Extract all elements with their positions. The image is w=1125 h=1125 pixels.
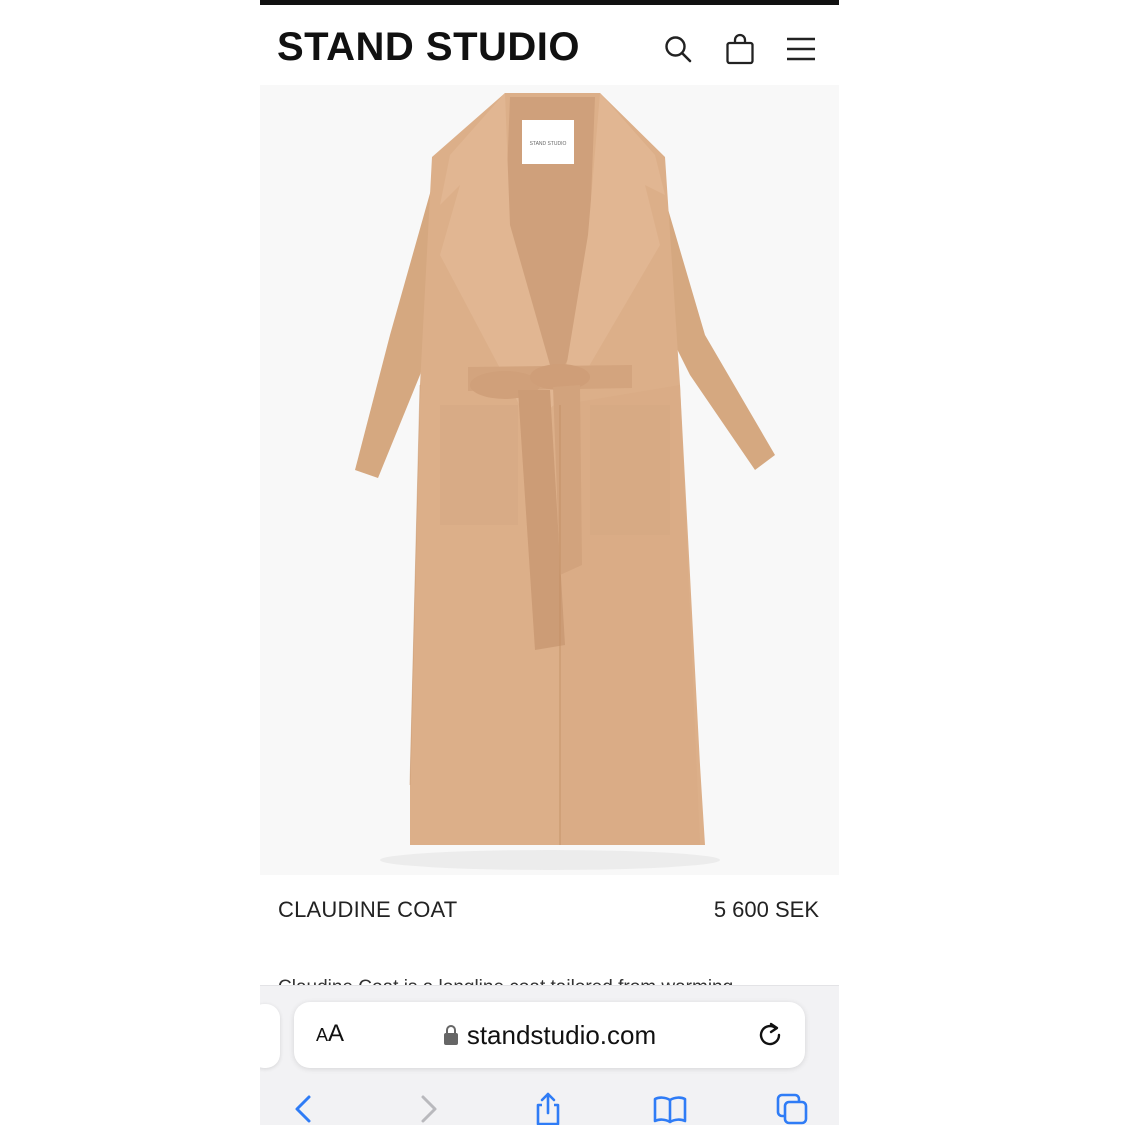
hamburger-menu-icon [787,37,815,61]
search-icon [665,36,692,63]
product-name: CLAUDINE COAT [278,897,458,922]
share-button[interactable] [528,1092,568,1125]
tabs-icon [776,1093,808,1125]
product-image[interactable]: STAND STUDIO [260,85,839,875]
bookmarks-button[interactable] [650,1092,690,1125]
cart-button[interactable] [720,27,760,71]
bookmarks-icon [653,1096,687,1124]
reload-button[interactable] [755,1020,785,1050]
coat-label-text: STAND STUDIO [530,141,567,147]
reload-icon [759,1022,781,1046]
url-display[interactable]: standstudio.com [294,1020,805,1053]
coat-illustration: STAND STUDIO [260,85,839,875]
lock-icon [443,1022,459,1053]
search-button[interactable] [658,27,698,71]
previous-tab-preview[interactable] [260,1004,280,1068]
url-text: standstudio.com [466,1020,657,1050]
back-button[interactable] [284,1092,324,1125]
product-info: CLAUDINE COAT 5 600 SEK Claudine Coat is… [260,875,839,998]
forward-button[interactable] [408,1092,448,1125]
back-icon [295,1095,311,1123]
site-header: STAND STUDIO [260,5,839,85]
shopping-bag-icon [726,33,754,65]
share-icon [536,1092,560,1125]
address-bar[interactable]: AA standstudio.com [294,1002,805,1068]
forward-icon [421,1095,437,1123]
browser-toolbar [260,1090,839,1125]
menu-button[interactable] [781,27,821,71]
browser-bottom-bar: AA standstudio.com [260,985,839,1125]
brand-logo[interactable]: STAND STUDIO [277,25,580,70]
phone-screen: STAND STUDIO STAND STUDIO CLAUDINE COAT … [260,0,839,1125]
tabs-button[interactable] [772,1092,812,1125]
product-price: 5 600 SEK [713,897,819,922]
